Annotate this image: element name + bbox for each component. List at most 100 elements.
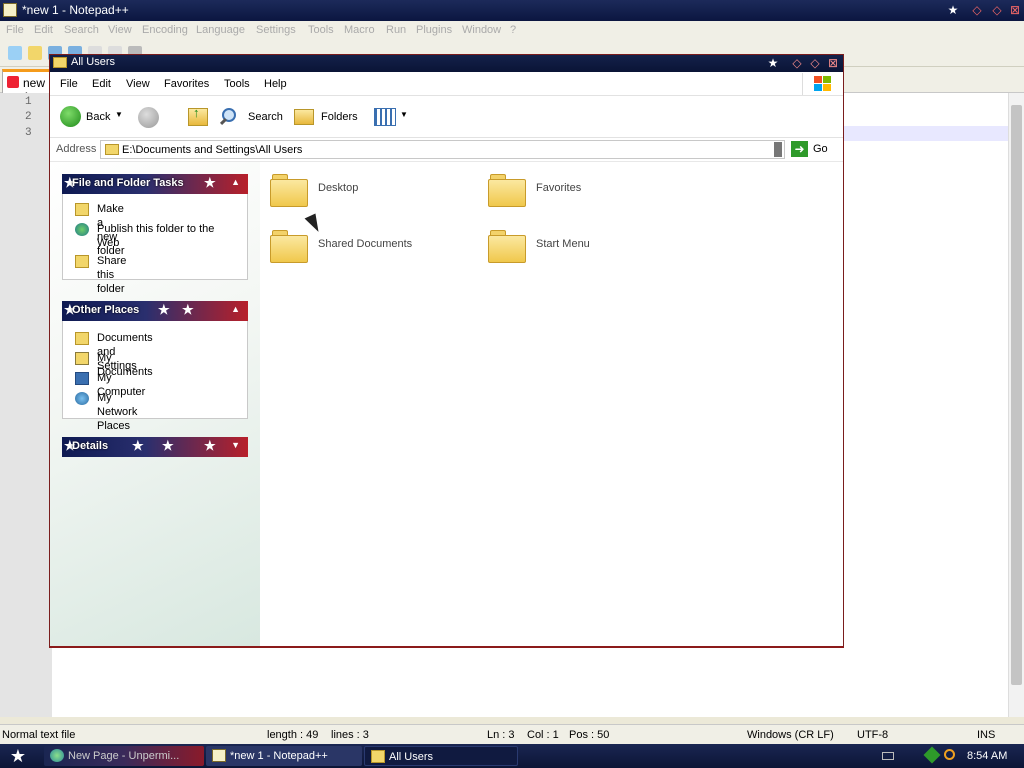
start-button[interactable]: ★	[0, 744, 36, 768]
tab-new-1[interactable]: new 1	[2, 69, 52, 104]
minimize-icon[interactable]: ◇	[788, 55, 806, 71]
back-arrow-icon	[60, 106, 81, 127]
views-icon	[374, 108, 396, 126]
menu-help[interactable]: ?	[510, 24, 516, 36]
status-pos: Pos : 50	[569, 729, 610, 741]
address-label: Address	[56, 143, 97, 155]
menu-language[interactable]: Language	[196, 24, 245, 36]
back-button[interactable]: Back ▼	[58, 105, 126, 129]
scrollbar-thumb[interactable]	[1011, 105, 1022, 685]
status-mode: INS	[977, 729, 996, 741]
address-dropdown[interactable]	[774, 142, 782, 157]
network-tray-icon[interactable]	[923, 746, 941, 764]
status-length: length : 49	[267, 729, 319, 741]
menu-view[interactable]: View	[108, 24, 132, 36]
panel-title: File and Folder Tasks	[72, 177, 184, 189]
folder-label: Start Menu	[536, 238, 590, 250]
other-places-header[interactable]: ★ Other Places ★ ★ ▲	[62, 301, 248, 321]
close-icon[interactable]: ⊠	[1006, 2, 1024, 19]
notepad-menu-bar: File Edit Search View Encoding Language …	[0, 21, 1024, 41]
open-file-icon[interactable]	[28, 46, 42, 60]
views-button[interactable]: ▼	[374, 107, 408, 129]
menu-window[interactable]: Window	[462, 24, 501, 36]
panel-title: Details	[72, 440, 109, 452]
go-label: Go	[813, 143, 828, 155]
forward-arrow-icon[interactable]	[138, 107, 159, 128]
panel-title: Other Places	[72, 304, 140, 316]
clock[interactable]: 8:54 AM	[967, 750, 1007, 762]
line-number-gutter: 1 2 3	[0, 93, 52, 717]
close-icon[interactable]: ⊠	[824, 55, 842, 71]
menu-edit[interactable]: Edit	[92, 78, 111, 90]
line-number: 1	[25, 96, 32, 108]
star-icon[interactable]: ★	[764, 55, 782, 71]
notepad-title: *new 1 - Notepad++	[22, 3, 129, 17]
taskbar: ★ New Page - Unpermi... *new 1 - Notepad…	[0, 744, 1024, 768]
globe-icon	[75, 223, 89, 236]
address-field[interactable]: E:\Documents and Settings\All Users	[100, 140, 785, 159]
notepad-app-icon	[3, 3, 17, 17]
details-header[interactable]: ★ Details ★ ★ ★ ▼	[62, 437, 248, 457]
search-tray-icon[interactable]	[944, 749, 955, 760]
menu-tools[interactable]: Tools	[308, 24, 334, 36]
collapse-chevron-icon[interactable]: ▲	[231, 304, 240, 314]
new-file-icon[interactable]	[8, 46, 22, 60]
menu-file[interactable]: File	[60, 78, 78, 90]
menu-run[interactable]: Run	[386, 24, 406, 36]
status-ln: Ln : 3	[487, 729, 515, 741]
star-icon[interactable]: ★	[944, 2, 962, 19]
menu-view[interactable]: View	[126, 78, 150, 90]
views-dropdown-icon[interactable]: ▼	[400, 110, 408, 119]
explorer-title-bar[interactable]: All Users ★ ◇ ◇ ⊠	[50, 55, 843, 72]
maximize-icon[interactable]: ◇	[988, 2, 1006, 19]
taskbar-label: *new 1 - Notepad++	[230, 750, 328, 762]
taskbar-item-notepad[interactable]: *new 1 - Notepad++	[206, 746, 362, 766]
menu-settings[interactable]: Settings	[256, 24, 296, 36]
menu-favorites[interactable]: Favorites	[164, 78, 209, 90]
up-folder-icon[interactable]: ↑	[188, 105, 208, 126]
line-number: 2	[25, 111, 32, 123]
menu-search[interactable]: Search	[64, 24, 99, 36]
back-label: Back	[86, 111, 111, 123]
taskbar-item-browser[interactable]: New Page - Unpermi...	[44, 746, 204, 766]
status-col: Col : 1	[527, 729, 559, 741]
folder-icon	[488, 172, 526, 208]
address-path: E:\Documents and Settings\All Users	[122, 144, 303, 156]
keyboard-icon[interactable]	[882, 752, 894, 760]
folder-label: Favorites	[536, 182, 582, 194]
unsaved-file-icon	[7, 76, 19, 88]
notepad-title-bar[interactable]: *new 1 - Notepad++ ★ ◇ ◇ ⊠	[0, 0, 1024, 21]
new-folder-icon	[75, 203, 89, 216]
folder-contents: Desktop Favorites Shared Documents Start…	[260, 162, 843, 646]
address-bar: Address E:\Documents and Settings\All Us…	[50, 138, 843, 162]
place-label: My Network Places	[97, 392, 138, 432]
back-dropdown-icon[interactable]: ▼	[115, 110, 123, 119]
folders-button[interactable]: Folders	[294, 105, 360, 129]
task-pane: ★ File and Folder Tasks ★ ▲ Make a new f…	[50, 162, 260, 646]
task-label: Publish this folder to the Web	[97, 223, 215, 249]
collapse-chevron-icon[interactable]: ▲	[231, 177, 240, 187]
status-eol: Windows (CR LF)	[747, 729, 834, 741]
explorer-menu-bar: File Edit View Favorites Tools Help	[50, 72, 843, 96]
folder-label: Shared Documents	[318, 238, 413, 250]
expand-chevron-icon[interactable]: ▼	[231, 440, 240, 450]
menu-edit[interactable]: Edit	[34, 24, 53, 36]
share-folder-icon	[75, 255, 89, 268]
search-button[interactable]: Search	[219, 105, 286, 129]
go-arrow-icon: ➜	[791, 141, 808, 157]
menu-encoding[interactable]: Encoding	[142, 24, 188, 36]
go-button[interactable]: ➜ Go	[791, 140, 831, 159]
menu-tools[interactable]: Tools	[224, 78, 250, 90]
menu-file[interactable]: File	[6, 24, 24, 36]
menu-macro[interactable]: Macro	[344, 24, 375, 36]
menu-plugins[interactable]: Plugins	[416, 24, 452, 36]
vertical-scrollbar[interactable]	[1008, 93, 1024, 717]
menu-help[interactable]: Help	[264, 78, 287, 90]
file-folder-tasks-header[interactable]: ★ File and Folder Tasks ★ ▲	[62, 174, 248, 194]
taskbar-item-all-users[interactable]: All Users	[364, 746, 518, 766]
folders-icon	[294, 109, 314, 125]
minimize-icon[interactable]: ◇	[968, 2, 986, 19]
maximize-icon[interactable]: ◇	[806, 55, 824, 71]
status-lines: lines : 3	[331, 729, 369, 741]
search-label: Search	[248, 111, 283, 123]
